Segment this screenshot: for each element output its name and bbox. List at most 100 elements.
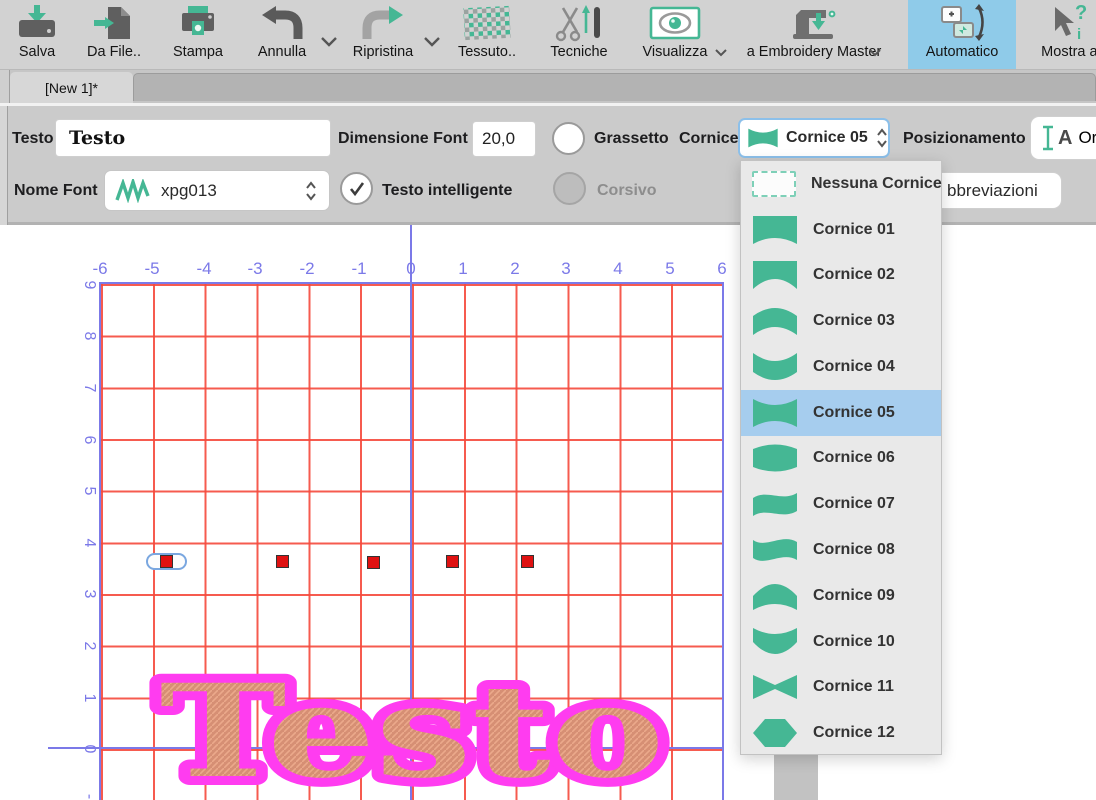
menu-scroll-tail xyxy=(774,755,818,800)
corsivo-label: Corsivo xyxy=(597,182,657,200)
ruler-x-label: -2 xyxy=(292,259,322,279)
stitch-anchor[interactable] xyxy=(367,556,380,569)
stitch-anchor[interactable] xyxy=(446,555,459,568)
check-icon xyxy=(347,180,367,198)
nome-font-label: Nome Font xyxy=(14,182,98,200)
print-icon xyxy=(164,5,232,41)
toolbar-view-button[interactable]: Visualizza xyxy=(630,0,720,69)
grassetto-radio[interactable] xyxy=(552,122,585,155)
frame-11-icon xyxy=(752,672,798,702)
menu-item-nessuna-cornice[interactable]: Nessuna Cornice xyxy=(741,161,941,207)
text-cursor-icon xyxy=(1041,125,1055,151)
menu-item-cornice-06[interactable]: Cornice 06 xyxy=(741,436,941,482)
posizionamento-button[interactable]: A Oriz xyxy=(1030,116,1096,160)
toolbar-from-file-button[interactable]: Da File.. xyxy=(78,0,150,69)
ruler-y-label: 0 xyxy=(78,739,98,759)
toolbar-print-button[interactable]: Stampa xyxy=(164,0,232,69)
zigzag-font-icon xyxy=(115,179,151,203)
menu-item-cornice-01[interactable]: Cornice 01 xyxy=(741,207,941,253)
stitch-anchor[interactable] xyxy=(521,555,534,568)
sewing-machine-icon xyxy=(736,5,892,41)
eye-icon xyxy=(630,5,720,41)
menu-item-cornice-11[interactable]: Cornice 11 xyxy=(741,664,941,710)
ruler-x-label: -4 xyxy=(189,259,219,279)
menu-item-cornice-10[interactable]: Cornice 10 xyxy=(741,619,941,665)
embroidery-text-object[interactable]: Testo xyxy=(140,648,685,800)
nome-font-select[interactable]: xpg013 xyxy=(104,170,330,211)
svg-text:?: ? xyxy=(1075,3,1087,24)
toolbar-techniques-button[interactable]: Tecniche xyxy=(540,0,618,69)
toolbar-embroidery-master-button[interactable]: a Embroidery Master xyxy=(736,0,892,69)
techniques-icon xyxy=(540,5,618,41)
ruler-y-label: 7 xyxy=(78,378,98,398)
testo-intelligente-checkbox[interactable] xyxy=(340,172,373,205)
toolbar-fabric-button[interactable]: Tessuto.. xyxy=(450,0,524,69)
ruler-x-label: 0 xyxy=(396,259,426,279)
frame-12-icon xyxy=(752,718,798,748)
select-updown-icon xyxy=(305,181,317,201)
ruler-y-label: 8 xyxy=(78,326,98,346)
frame-02-icon xyxy=(752,260,798,290)
menu-item-cornice-04[interactable]: Cornice 04 xyxy=(741,344,941,390)
save-icon xyxy=(8,5,66,41)
frame-08-icon xyxy=(752,535,798,565)
view-menu-chevron-icon[interactable] xyxy=(714,48,728,57)
ruler-y-label: 6 xyxy=(78,430,98,450)
ruler-x-label: 1 xyxy=(448,259,478,279)
dimensione-font-input[interactable]: 20,0 xyxy=(472,121,536,157)
select-updown-icon xyxy=(876,128,888,148)
redo-icon xyxy=(344,5,422,41)
ruler-x-label: 4 xyxy=(603,259,633,279)
frame-04-icon xyxy=(752,352,798,382)
tab-empty-area[interactable] xyxy=(133,73,1096,101)
redo-menu-chevron-icon[interactable] xyxy=(423,36,441,47)
undo-menu-chevron-icon[interactable] xyxy=(320,36,338,47)
ruler-y-label: 5 xyxy=(78,481,98,501)
ruler-x-label: 6 xyxy=(707,259,737,279)
cornice-select[interactable]: Cornice 05 xyxy=(738,118,890,158)
menu-item-cornice-09[interactable]: Cornice 09 xyxy=(741,573,941,619)
menu-item-cornice-02[interactable]: Cornice 02 xyxy=(741,253,941,299)
frame-05-shape-icon xyxy=(747,128,779,148)
toolbar-show-help-button[interactable]: ?i Mostra ai xyxy=(1026,0,1096,69)
stitch-anchor[interactable] xyxy=(276,555,289,568)
toolbar-undo-button[interactable]: Annulla xyxy=(246,0,318,69)
corsivo-radio[interactable] xyxy=(553,172,586,205)
main-toolbar: Salva Da File.. Stampa Annulla xyxy=(0,0,1096,70)
menu-item-cornice-03[interactable]: Cornice 03 xyxy=(741,298,941,344)
ruler-x-label: 5 xyxy=(655,259,685,279)
cornice-label: Cornice xyxy=(679,130,739,148)
frame-06-icon xyxy=(752,443,798,473)
frame-01-icon xyxy=(752,215,798,245)
frame-03-icon xyxy=(752,306,798,336)
fabric-icon xyxy=(450,5,524,41)
grassetto-label: Grassetto xyxy=(594,130,669,148)
cornice-dropdown-menu: Nessuna Cornice Cornice 01 Cornice 02 Co… xyxy=(740,160,942,755)
ruler-y-label: 4 xyxy=(78,533,98,553)
menu-item-cornice-08[interactable]: Cornice 08 xyxy=(741,527,941,573)
ruler-y-label: 3 xyxy=(78,584,98,604)
tab-new-1[interactable]: [New 1]* xyxy=(10,72,133,103)
menu-item-cornice-05[interactable]: Cornice 05 xyxy=(741,390,941,436)
frame-05-icon xyxy=(752,398,798,428)
embroidery-master-menu-chevron-icon[interactable] xyxy=(868,48,882,57)
toolbar-automatico-button[interactable]: Automatico xyxy=(908,0,1016,69)
help-cursor-icon: ?i xyxy=(1026,5,1096,41)
toolbar-redo-button[interactable]: Ripristina xyxy=(344,0,422,69)
ruler-x-label: -1 xyxy=(344,259,374,279)
toolbar-save-button[interactable]: Salva xyxy=(8,0,66,69)
stitch-anchor[interactable] xyxy=(160,555,173,568)
ruler-x-label: 3 xyxy=(551,259,581,279)
testo-input[interactable]: Testo xyxy=(55,119,331,157)
menu-item-cornice-07[interactable]: Cornice 07 xyxy=(741,481,941,527)
menu-item-cornice-12[interactable]: Cornice 12 xyxy=(741,710,941,756)
posizionamento-label: Posizionamento xyxy=(903,130,1026,148)
from-file-icon xyxy=(78,5,150,41)
ruler-x-label: -3 xyxy=(240,259,270,279)
frame-10-icon xyxy=(752,627,798,657)
tab-bar: [New 1]* xyxy=(0,70,1096,103)
no-frame-icon xyxy=(752,171,796,197)
orientation-a-glyph: A xyxy=(1058,127,1072,150)
ruler-y-label: 2 xyxy=(78,636,98,656)
app-window: Salva Da File.. Stampa Annulla xyxy=(0,0,1096,800)
